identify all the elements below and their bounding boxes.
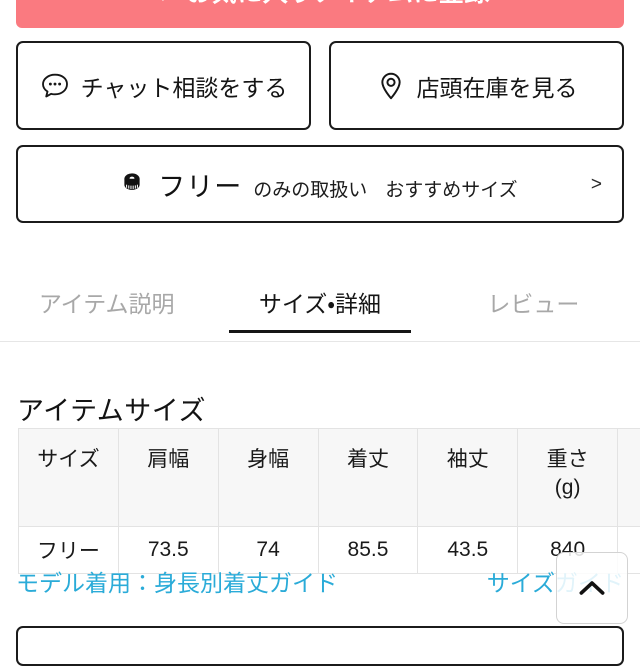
item-size-table-scroll[interactable]: サイズ肩幅身幅着丈袖丈重さ(g) フリー73.57485.543.5840 bbox=[18, 428, 640, 574]
recommended-size-value: フリー bbox=[158, 165, 242, 204]
chevron-right-icon: > bbox=[591, 175, 622, 194]
table-header-row: サイズ肩幅身幅着丈袖丈重さ(g) bbox=[19, 429, 640, 527]
table-header-cell: 身幅 bbox=[218, 429, 318, 527]
chat-consult-button[interactable]: チャット相談をする bbox=[16, 41, 311, 130]
store-stock-button[interactable]: 店頭在庫を見る bbox=[329, 41, 624, 130]
action-button-row: チャット相談をする 店頭在庫を見る bbox=[16, 41, 624, 130]
item-size-title: アイテムサイズ bbox=[17, 389, 206, 428]
tab-size-detail[interactable]: サイズ・詳細 bbox=[213, 262, 426, 342]
scroll-to-top-button[interactable] bbox=[556, 552, 628, 624]
tape-measure-icon bbox=[117, 169, 147, 199]
tab-item-description[interactable]: アイテム説明 bbox=[0, 262, 213, 342]
chevron-up-icon bbox=[575, 571, 609, 605]
tab-size-detail-label: サイズ・詳細 bbox=[259, 285, 381, 319]
tab-item-description-label: アイテム説明 bbox=[39, 285, 175, 319]
detail-tabs: アイテム説明 サイズ・詳細 レビュー bbox=[0, 262, 640, 342]
recommended-size-content: フリー のみの取扱い おすすめサイズ bbox=[18, 165, 591, 204]
table-header-cell: 着丈 bbox=[318, 429, 418, 527]
tab-review-label: レビュー bbox=[487, 285, 579, 319]
location-pin-icon bbox=[376, 71, 406, 101]
heart-icon bbox=[150, 0, 176, 4]
table-header-cell: 袖丈 bbox=[418, 429, 518, 527]
next-section-panel[interactable] bbox=[16, 626, 624, 666]
add-to-favorites-button[interactable]: お気に入りアイテムに登録 bbox=[16, 0, 624, 28]
table-header-cell: 肩幅 bbox=[118, 429, 218, 527]
recommended-size-bar[interactable]: フリー のみの取扱い おすすめサイズ > bbox=[16, 145, 624, 223]
table-header-cell bbox=[618, 429, 640, 527]
tab-review[interactable]: レビュー bbox=[427, 262, 640, 342]
recommended-size-note: のみの取扱い bbox=[253, 175, 367, 202]
store-stock-label: 店頭在庫を見る bbox=[417, 69, 578, 103]
tabs-divider bbox=[0, 341, 640, 342]
recommended-size-label: おすすめサイズ bbox=[385, 175, 517, 202]
item-size-table: サイズ肩幅身幅着丈袖丈重さ(g) フリー73.57485.543.5840 bbox=[18, 428, 640, 574]
table-header-cell: 重さ(g) bbox=[518, 429, 618, 527]
chat-bubble-icon bbox=[40, 71, 70, 101]
model-height-guide-link[interactable]: モデル着用：身長別着丈ガイド bbox=[16, 564, 338, 598]
add-to-favorites-label: お気に入りアイテムに登録 bbox=[186, 0, 490, 9]
chat-consult-label: チャット相談をする bbox=[81, 69, 288, 103]
table-header-cell: サイズ bbox=[19, 429, 119, 527]
guide-links: モデル着用：身長別着丈ガイド サイズガイド bbox=[16, 564, 624, 598]
